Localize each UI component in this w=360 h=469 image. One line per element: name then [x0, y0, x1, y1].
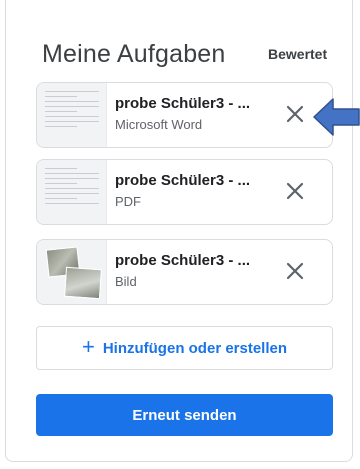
panel-title: Meine Aufgaben [42, 40, 226, 68]
attachment-type: Bild [115, 274, 137, 289]
attachment-name[interactable]: probe Schüler3 - ... [115, 95, 275, 112]
attachment-card[interactable]: probe Schüler3 - ... Bild [36, 239, 333, 305]
resend-button[interactable]: Erneut senden [36, 394, 333, 436]
attachment-type: Microsoft Word [115, 117, 203, 132]
plus-icon: + [81, 334, 95, 359]
add-or-create-button[interactable]: + Hinzufügen oder erstellen [36, 326, 333, 370]
attachment-card[interactable]: probe Schüler3 - ... PDF [36, 159, 333, 225]
remove-attachment-button[interactable] [284, 260, 306, 282]
close-icon [286, 105, 304, 123]
document-thumbnail [37, 83, 107, 147]
resend-label: Erneut senden [132, 406, 237, 424]
remove-attachment-button[interactable] [284, 180, 306, 202]
arrow-left-icon [313, 98, 360, 136]
add-or-create-label: Hinzufügen oder erstellen [102, 339, 288, 357]
image-thumbnail [37, 240, 107, 304]
document-thumbnail [37, 160, 107, 224]
attachment-name[interactable]: probe Schüler3 - ... [115, 172, 275, 189]
close-icon [286, 182, 304, 200]
attachment-name[interactable]: probe Schüler3 - ... [115, 252, 275, 269]
photo-thumbnail [63, 266, 103, 300]
status-label: Bewertet [268, 46, 328, 62]
remove-attachment-button[interactable] [284, 103, 306, 125]
close-icon [286, 262, 304, 280]
attachment-type: PDF [115, 194, 141, 209]
attachment-card[interactable]: probe Schüler3 - ... Microsoft Word [36, 82, 333, 148]
assignment-panel: Meine Aufgaben Bewertet [5, 0, 353, 462]
